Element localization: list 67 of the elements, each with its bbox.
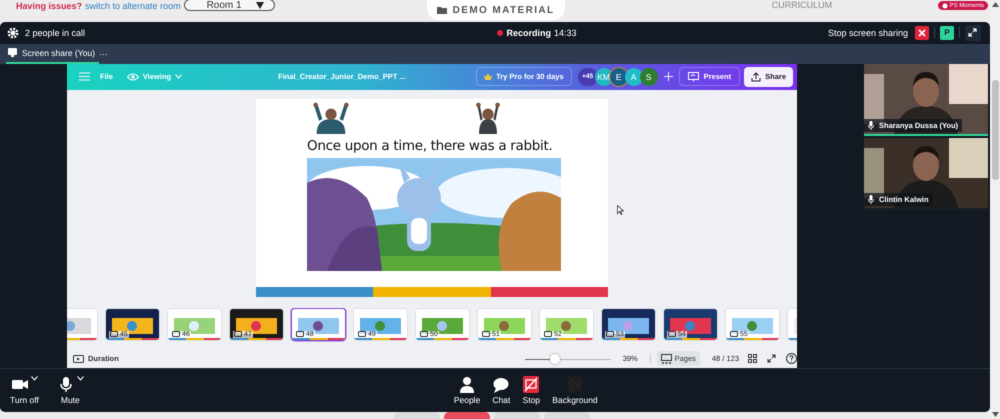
chat-icon (492, 376, 510, 393)
eye-icon (126, 72, 139, 81)
recording-time: 14:33 (554, 28, 577, 38)
people-icon (458, 376, 476, 393)
settings-icon[interactable] (7, 26, 19, 39)
screen-icon (8, 48, 17, 58)
recording-dot-icon (497, 30, 504, 36)
cursor-icon (617, 204, 624, 215)
demo-material-button[interactable]: DEMO MATERIAL (426, 0, 565, 20)
scroll-thumb[interactable] (992, 80, 998, 180)
collaborator-avatar[interactable]: E (610, 68, 628, 86)
collaborator-avatar[interactable]: S (640, 68, 658, 86)
control-button[interactable]: Turn off (10, 376, 39, 405)
zoom-slider[interactable] (524, 354, 611, 364)
stop-sharing-label: Stop screen sharing (828, 28, 908, 38)
chevron-icon[interactable] (76, 376, 84, 381)
chevron-icon[interactable] (30, 376, 38, 381)
comment-icon (668, 331, 676, 338)
comment-icon (730, 331, 738, 338)
play-icon (73, 354, 84, 363)
crown-icon (484, 73, 492, 80)
chevron-icon (175, 74, 182, 80)
comment-icon (296, 331, 304, 338)
background-icon (566, 376, 584, 393)
control-button[interactable]: Stop (522, 376, 540, 405)
comment-icon (110, 331, 118, 338)
control-button[interactable]: Mute (56, 376, 84, 405)
control-button[interactable]: People (454, 376, 480, 405)
comment-icon (606, 331, 614, 338)
comment-icon (420, 331, 428, 338)
pages-icon (660, 354, 672, 364)
comment-icon (544, 331, 552, 338)
comment-icon (358, 331, 366, 338)
room-select[interactable]: Room 1 (184, 0, 275, 11)
people-count: 2 people in call (25, 28, 86, 38)
caret-icon (256, 2, 264, 8)
switch-room-link[interactable]: switch to alternate room (85, 1, 181, 11)
fullscreen-button[interactable] (964, 24, 981, 41)
help-icon[interactable] (786, 353, 797, 364)
comment-icon (172, 331, 180, 338)
comment-icon (482, 331, 490, 338)
close-icon (918, 28, 926, 37)
scrollbar[interactable] (990, 0, 1000, 419)
slide-caption: Once upon a time, there was a rabbit. (306, 136, 552, 156)
plus-icon[interactable] (664, 72, 673, 82)
slider-thumb[interactable] (550, 354, 560, 364)
folder-icon (436, 6, 447, 14)
avatar-button[interactable]: P (940, 26, 954, 40)
upload-icon (751, 72, 762, 82)
comment-icon (234, 331, 242, 338)
scroll-up-icon[interactable] (992, 2, 998, 7)
microphone-icon (868, 194, 874, 204)
expand-icon[interactable] (767, 354, 776, 364)
bottom-tab[interactable] (444, 412, 490, 419)
presentation-icon (688, 72, 699, 82)
control-button[interactable]: Chat (492, 376, 510, 405)
control-button[interactable]: Background (552, 376, 598, 405)
grid-icon[interactable] (748, 354, 757, 364)
issue-text: Having issues? (16, 1, 82, 11)
record-icon (942, 2, 948, 8)
close-button[interactable] (914, 26, 929, 40)
recording-label: Recording (506, 28, 551, 38)
stop-icon (522, 376, 540, 393)
more-button[interactable]: ··· (98, 44, 114, 64)
expand-icon (968, 28, 978, 38)
microphone-icon (868, 120, 874, 130)
scroll-down-icon[interactable] (992, 412, 998, 417)
